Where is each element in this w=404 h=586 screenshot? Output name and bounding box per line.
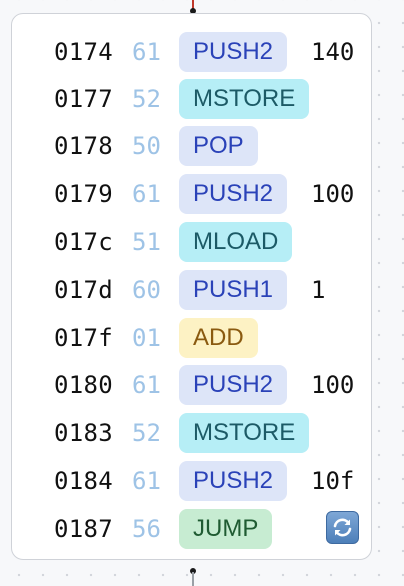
instruction-row[interactable]: 0178 50 POP (12, 124, 371, 166)
opcode-hex: 56 (132, 515, 161, 543)
instruction-row[interactable]: 0174 61 PUSH2 140 (12, 30, 371, 72)
opcode-pill: PUSH2 (179, 32, 288, 72)
outgoing-edge (192, 572, 194, 586)
instruction-address: 0187 (54, 515, 113, 543)
push-argument: 140 (311, 38, 355, 66)
opcode-hex: 61 (132, 467, 161, 495)
loop-arrows-icon[interactable] (326, 511, 359, 544)
opcode-hex: 52 (132, 85, 161, 113)
opcode-pill: POP (179, 126, 258, 166)
instruction-address: 0184 (54, 467, 113, 495)
instruction-row[interactable]: 0187 56 JUMP (12, 507, 371, 549)
push-argument: 100 (311, 180, 355, 208)
opcode-hex: 61 (132, 38, 161, 66)
instruction-address: 0174 (54, 38, 113, 66)
instruction-row[interactable]: 017c 51 MLOAD (12, 220, 371, 262)
instruction-row[interactable]: 0180 61 PUSH2 100 (12, 363, 371, 405)
instruction-address: 0178 (54, 132, 113, 160)
instruction-address: 0183 (54, 419, 113, 447)
opcode-hex: 61 (132, 180, 161, 208)
opcode-hex: 61 (132, 371, 161, 399)
instruction-address: 017d (54, 276, 113, 304)
instruction-row[interactable]: 0183 52 MSTORE (12, 411, 371, 453)
opcode-pill: PUSH1 (179, 270, 288, 310)
push-argument: 100 (311, 371, 355, 399)
basic-block-node[interactable]: 0174 61 PUSH2 140 0177 52 MSTORE 0178 50… (11, 13, 372, 560)
instruction-row[interactable]: 017d 60 PUSH1 1 (12, 268, 371, 310)
instruction-row[interactable]: 0177 52 MSTORE (12, 77, 371, 119)
opcode-pill: MLOAD (179, 222, 293, 262)
instruction-address: 0179 (54, 180, 113, 208)
opcode-pill: PUSH2 (179, 365, 288, 405)
instruction-address: 0180 (54, 371, 113, 399)
instruction-row[interactable]: 0184 61 PUSH2 10f (12, 459, 371, 501)
instruction-row[interactable]: 017f 01 ADD (12, 316, 371, 358)
opcode-hex: 50 (132, 132, 161, 160)
opcode-hex: 60 (132, 276, 161, 304)
push-argument: 10f (311, 467, 355, 495)
instruction-address: 0177 (54, 85, 113, 113)
opcode-pill: ADD (179, 318, 258, 358)
opcode-pill: JUMP (179, 509, 273, 549)
push-argument: 1 (311, 276, 326, 304)
opcode-pill: PUSH2 (179, 174, 288, 214)
opcode-hex: 01 (132, 324, 161, 352)
opcode-hex: 51 (132, 228, 161, 256)
instruction-row[interactable]: 0179 61 PUSH2 100 (12, 172, 371, 214)
instruction-address: 017f (54, 324, 113, 352)
opcode-pill: MSTORE (179, 413, 310, 453)
instruction-address: 017c (54, 228, 113, 256)
opcode-pill: PUSH2 (179, 461, 288, 501)
opcode-hex: 52 (132, 419, 161, 447)
opcode-pill: MSTORE (179, 79, 310, 119)
